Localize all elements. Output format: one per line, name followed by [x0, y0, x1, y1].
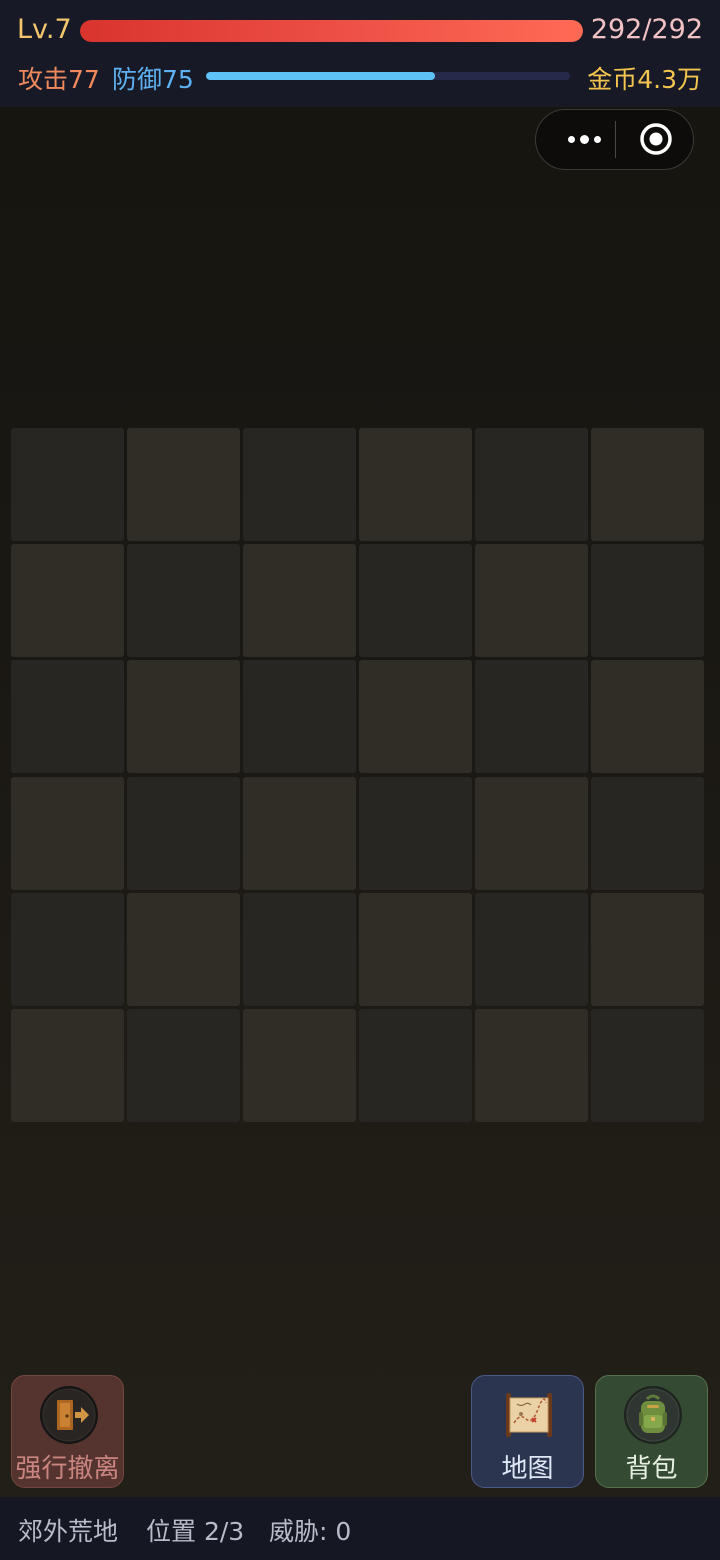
board-cell-r5-c2[interactable]: [127, 893, 240, 1006]
backpack-icon: [624, 1386, 682, 1444]
backpack-label: 背包: [625, 1454, 678, 1484]
miniprogram-capsule: [535, 109, 694, 170]
board-cell-r1-c3[interactable]: [243, 428, 356, 541]
board-cell-r1-c2[interactable]: [127, 428, 240, 541]
board-cell-r5-c1[interactable]: [11, 893, 124, 1006]
board-cell-r6-c1[interactable]: [11, 1009, 124, 1122]
map-label: 地图: [501, 1454, 554, 1484]
game-board: [11, 428, 705, 1126]
board-cell-r6-c2[interactable]: [127, 1009, 240, 1122]
player-status-panel: Lv.7 292/292 攻击77 防御75 金币4.3万: [0, 0, 720, 107]
attack-stat: 攻击77: [18, 65, 100, 94]
board-cell-r6-c3[interactable]: [243, 1009, 356, 1122]
board-cell-r6-c4[interactable]: [359, 1009, 472, 1122]
board-cell-r5-c5[interactable]: [475, 893, 588, 1006]
location-info-bar: 郊外荒地 位置 2/3 威胁: 0: [0, 1497, 720, 1560]
board-cell-r6-c6[interactable]: [591, 1009, 704, 1122]
board-cell-r1-c4[interactable]: [359, 428, 472, 541]
board-cell-r4-c5[interactable]: [475, 777, 588, 890]
board-cell-r2-c3[interactable]: [243, 544, 356, 657]
treasure-map-icon: [506, 1393, 552, 1437]
capsule-divider: [615, 121, 616, 158]
board-cell-r6-c5[interactable]: [475, 1009, 588, 1122]
map-button[interactable]: 地图: [471, 1375, 584, 1488]
exp-bar-fill: [206, 72, 436, 80]
exit-door-icon: [40, 1386, 98, 1444]
board-cell-r3-c5[interactable]: [475, 660, 588, 773]
board-cell-r1-c5[interactable]: [475, 428, 588, 541]
board-cell-r2-c5[interactable]: [475, 544, 588, 657]
board-cell-r2-c6[interactable]: [591, 544, 704, 657]
board-cell-r2-c1[interactable]: [11, 544, 124, 657]
hp-bar-fill: [80, 20, 583, 42]
more-dots-icon[interactable]: [554, 110, 614, 169]
gold-amount: 金币4.3万: [587, 65, 702, 94]
board-cell-r5-c3[interactable]: [243, 893, 356, 1006]
evacuate-label: 强行撤离: [15, 1454, 120, 1484]
exp-bar: [206, 72, 570, 80]
backpack-button[interactable]: 背包: [595, 1375, 708, 1488]
board-cell-r4-c4[interactable]: [359, 777, 472, 890]
hp-value: 292/292: [590, 14, 703, 45]
board-cell-r2-c2[interactable]: [127, 544, 240, 657]
board-cell-r3-c4[interactable]: [359, 660, 472, 773]
game-screen: Lv.7 292/292 攻击77 防御75 金币4.3万 强行撤离 地图 背包…: [0, 0, 720, 1560]
board-cell-r4-c3[interactable]: [243, 777, 356, 890]
board-cell-r5-c4[interactable]: [359, 893, 472, 1006]
target-circle-icon[interactable]: [639, 122, 673, 156]
board-cell-r1-c6[interactable]: [591, 428, 704, 541]
defense-stat: 防御75: [112, 65, 194, 94]
player-level: Lv.7: [17, 14, 72, 45]
position-progress: 位置 2/3: [146, 1517, 245, 1546]
board-cell-r4-c1[interactable]: [11, 777, 124, 890]
board-cell-r2-c4[interactable]: [359, 544, 472, 657]
board-cell-r1-c1[interactable]: [11, 428, 124, 541]
evacuate-button[interactable]: 强行撤离: [11, 1375, 124, 1488]
board-cell-r5-c6[interactable]: [591, 893, 704, 1006]
threat-level: 威胁: 0: [269, 1517, 352, 1546]
board-cell-r4-c2[interactable]: [127, 777, 240, 890]
board-cell-r3-c2[interactable]: [127, 660, 240, 773]
board-cell-r3-c3[interactable]: [243, 660, 356, 773]
board-cell-r4-c6[interactable]: [591, 777, 704, 890]
board-cell-r3-c1[interactable]: [11, 660, 124, 773]
hp-bar: [80, 20, 583, 42]
board-cell-r3-c6[interactable]: [591, 660, 704, 773]
location-name: 郊外荒地: [18, 1517, 119, 1546]
